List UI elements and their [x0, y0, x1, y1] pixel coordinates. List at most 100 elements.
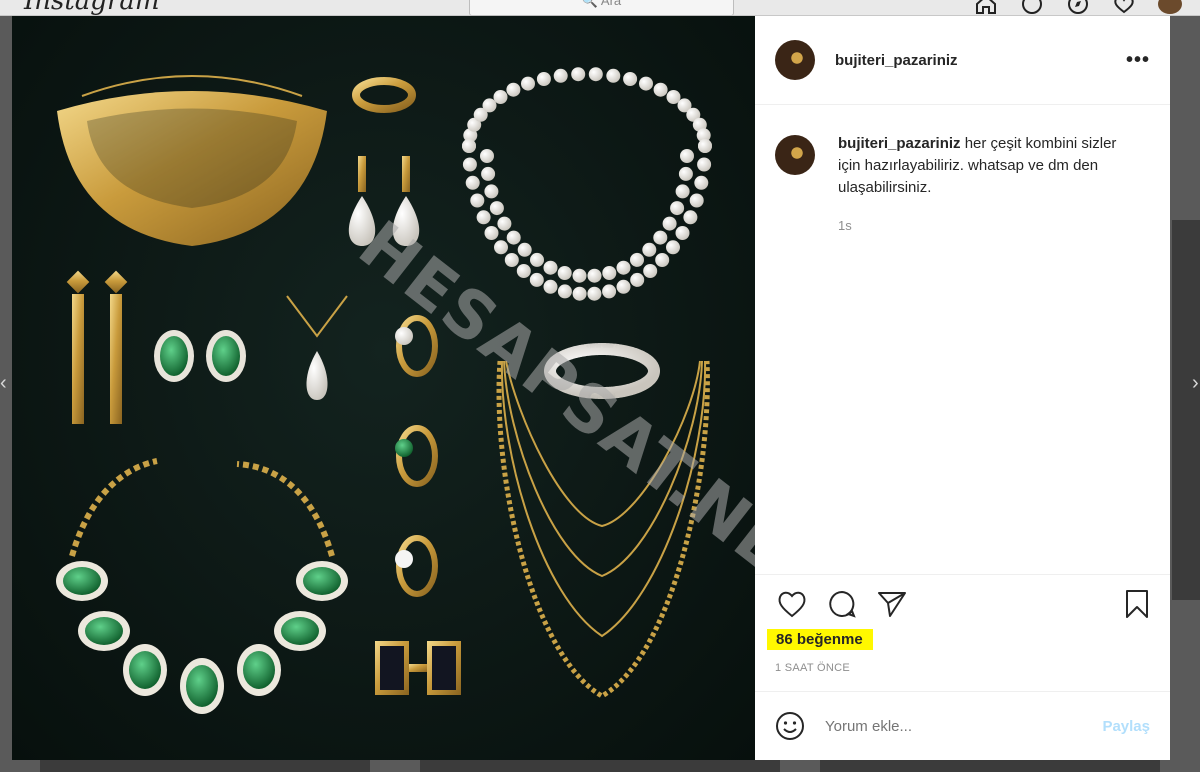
pearl-bead	[493, 90, 508, 104]
pearl-bead	[506, 230, 521, 245]
pearl-bead	[670, 201, 685, 216]
pearl-bead	[653, 230, 668, 245]
post-modal: HESAPSAT.NET bujiteri_pazariniz ••• buji…	[12, 16, 1170, 760]
background-nav-icons	[974, 0, 1182, 14]
pearl-bead	[630, 252, 644, 267]
background-post-tile	[820, 760, 1160, 772]
instagram-logo[interactable]: Instagram	[24, 0, 160, 16]
post-comment-button[interactable]: Paylaş	[1102, 718, 1150, 735]
pearl-bead	[588, 67, 603, 82]
pearl-bead	[616, 260, 631, 275]
pearl-bead	[557, 284, 572, 299]
emoji-icon[interactable]	[775, 711, 805, 741]
pearl-bead	[465, 175, 480, 190]
profile-avatar[interactable]	[1158, 0, 1182, 14]
pearl-bead	[623, 72, 638, 86]
jewelry-image	[56, 67, 712, 714]
pearl-bead	[572, 268, 587, 283]
comment-input[interactable]	[825, 717, 1103, 735]
pearl-bead	[470, 193, 485, 208]
post-photo[interactable]: HESAPSAT.NET	[12, 16, 755, 760]
pearl-bead	[572, 286, 587, 301]
pearl-bead	[494, 240, 508, 255]
pearl-bead	[482, 98, 497, 113]
pearl-bead	[675, 184, 690, 199]
pearl-bead	[606, 68, 621, 83]
background-post-tile	[1172, 220, 1200, 600]
pearl-bead	[462, 157, 477, 172]
pearl-bead	[476, 210, 491, 225]
like-heart-icon[interactable]	[775, 589, 809, 619]
pearl-bead	[666, 90, 681, 104]
pearl-bead	[497, 216, 512, 231]
pearl-bead	[484, 184, 499, 199]
search-placeholder: Ara	[600, 0, 622, 8]
pearl-bead	[536, 72, 551, 86]
pearl-bead	[675, 226, 690, 240]
pearl-bead	[521, 76, 535, 91]
more-options-icon[interactable]: •••	[1126, 49, 1150, 72]
pearl-bead	[517, 242, 532, 257]
post-header: bujiteri_pazariniz •••	[755, 16, 1170, 105]
bookmark-icon[interactable]	[1120, 589, 1154, 619]
pearl-bead	[543, 279, 558, 294]
pearl-bead	[504, 253, 519, 267]
next-arrow-icon[interactable]: ›	[1192, 372, 1200, 394]
pearl-bead	[480, 149, 494, 163]
caption-time[interactable]: 1s	[838, 215, 1128, 237]
pearl-bead	[481, 166, 496, 181]
pearl-bead	[655, 253, 670, 267]
share-send-icon[interactable]	[875, 589, 909, 619]
add-comment-bar: Paylaş	[755, 691, 1170, 760]
pearl-bead	[571, 67, 586, 82]
pearl-bead	[694, 175, 709, 190]
pearl-bead	[643, 264, 658, 278]
activity-heart-icon[interactable]	[1112, 0, 1136, 14]
comments-area: bujiteri_pazariniz her çeşit kombini siz…	[755, 105, 1170, 575]
background-post-tile	[420, 760, 780, 772]
caption-comment: bujiteri_pazariniz her çeşit kombini siz…	[775, 133, 1150, 237]
pearl-bead	[543, 260, 558, 275]
pearl-bead	[666, 240, 680, 255]
pearl-bead	[689, 193, 704, 208]
author-username[interactable]: bujiteri_pazariniz	[835, 52, 958, 69]
pearl-bead	[680, 149, 694, 163]
explore-icon[interactable]	[1066, 0, 1090, 14]
messenger-icon[interactable]	[1020, 0, 1044, 14]
pearl-bead	[530, 252, 544, 267]
prev-arrow-icon[interactable]: ‹	[0, 372, 10, 394]
background-post-tile	[40, 760, 370, 772]
pearl-bead	[602, 266, 617, 280]
pearl-bead	[697, 157, 712, 172]
pearl-bead	[683, 210, 698, 225]
like-count[interactable]: 86 beğenme	[767, 629, 873, 650]
pearl-bead	[678, 166, 693, 181]
pearl-bead	[484, 226, 499, 240]
pearl-bead	[557, 266, 572, 280]
pearl-bead	[630, 272, 645, 287]
background-header: Instagram 🔍 Ara	[0, 0, 1200, 16]
comment-bubble-icon[interactable]	[825, 589, 859, 619]
pearl-bead	[642, 242, 657, 257]
search-input[interactable]: 🔍 Ara	[469, 0, 734, 16]
pearl-bead	[602, 284, 617, 299]
caption-username[interactable]: bujiteri_pazariniz	[838, 135, 961, 152]
pearl-bead	[587, 286, 602, 301]
pearl-bead	[553, 68, 568, 83]
pearl-bead	[698, 139, 712, 153]
post-actions: 86 beğenme 1 SAAT ÖNCE	[755, 574, 1170, 691]
pearl-bead	[653, 82, 668, 97]
post-time-ago: 1 SAAT ÖNCE	[775, 662, 851, 674]
home-icon[interactable]	[974, 0, 998, 14]
pearl-bead	[462, 139, 476, 153]
pearl-bead	[639, 76, 653, 91]
pearl-bead	[529, 272, 544, 287]
caption-avatar[interactable]	[775, 135, 815, 175]
pearl-bead	[587, 268, 602, 283]
pearl-bead	[489, 201, 504, 216]
pearl-bead	[662, 216, 677, 231]
pearl-bead	[516, 264, 531, 278]
post-details-panel: bujiteri_pazariniz ••• bujiteri_pazarini…	[755, 16, 1170, 760]
pearl-bead	[506, 82, 521, 97]
author-avatar[interactable]	[775, 40, 815, 80]
